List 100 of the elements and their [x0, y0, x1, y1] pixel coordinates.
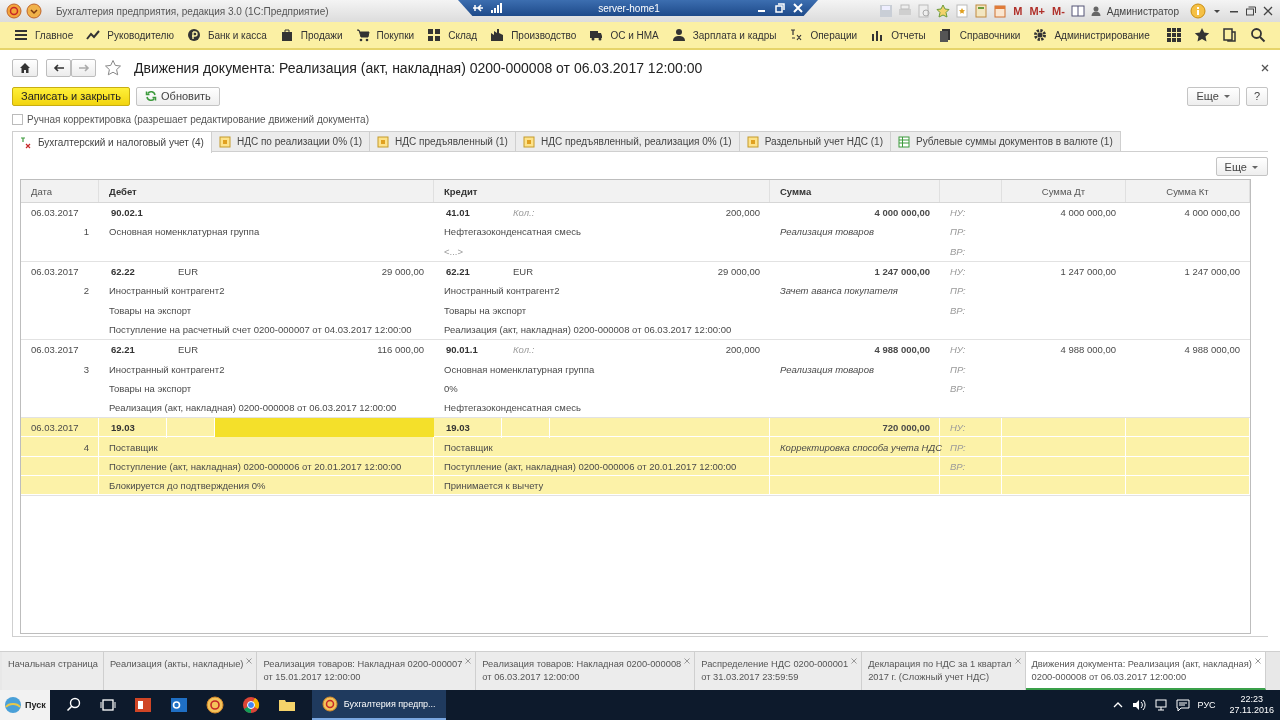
entry-content: Зачет аванса покупателя	[779, 284, 899, 299]
register-icon	[746, 135, 759, 148]
menu-icon[interactable]	[14, 28, 28, 42]
window-tab[interactable]: Движения документа: Реализация (акт, накладная) 0200-000008 от 06.03.2017 12:00:00	[1025, 652, 1266, 690]
grid-icon[interactable]	[427, 28, 442, 42]
restore-icon[interactable]	[774, 2, 786, 14]
table-row[interactable]	[21, 418, 1250, 497]
section-link[interactable]: Продажи	[300, 29, 343, 41]
search-icon[interactable]	[1250, 27, 1266, 43]
trend-chart-icon[interactable]	[86, 28, 101, 42]
tax-label: ВР:	[949, 381, 967, 396]
column-header[interactable]: Сумма	[780, 185, 812, 197]
column-header[interactable]: Дебет	[109, 185, 137, 197]
tab[interactable]: НДС предъявленный, реализация 0% (1)	[514, 131, 740, 151]
coin-icon[interactable]	[186, 28, 201, 42]
more-button[interactable]: Еще	[1187, 86, 1240, 106]
section-link[interactable]: Покупки	[376, 29, 415, 41]
bag-icon[interactable]	[279, 28, 294, 42]
tab[interactable]: НДС по реализации 0% (1)	[210, 131, 371, 151]
speaker-icon[interactable]	[1131, 698, 1146, 712]
panel-icon[interactable]	[1070, 4, 1085, 18]
books-icon[interactable]	[938, 28, 953, 42]
calendar-icon[interactable]	[993, 4, 1008, 18]
memory-button[interactable]: M+	[1028, 5, 1046, 17]
cart-icon[interactable]	[355, 28, 370, 42]
section-link[interactable]: Зарплата и кадры	[692, 29, 777, 41]
column-header[interactable]: Дата	[31, 185, 53, 197]
section-link[interactable]: Главное	[35, 29, 74, 41]
app-logo-icon	[6, 3, 22, 19]
column-header[interactable]: Кредит	[444, 185, 478, 197]
app-logo-icon[interactable]	[205, 696, 224, 714]
checkbox[interactable]	[12, 113, 23, 125]
section-link[interactable]: Склад	[448, 29, 478, 41]
search-icon[interactable]	[65, 697, 82, 713]
bar-chart-icon[interactable]	[870, 28, 885, 42]
tab[interactable]: Бухгалтерский и налоговый учет (4)	[12, 131, 212, 153]
window-title: Бухгалтерия предприятия, редакция 3.0 (1С:Предприятие)	[56, 5, 329, 17]
factory-icon[interactable]	[490, 28, 505, 42]
close-icon[interactable]	[1260, 63, 1270, 73]
start-button[interactable]: Пуск	[0, 690, 50, 720]
tab[interactable]: Рублевые суммы документов в валюте (1)	[890, 131, 1121, 151]
checkbox-label[interactable]: Ручная корректировка (разрешает редактирование движений документа)	[27, 113, 369, 125]
table-row[interactable]: 06.03.2017 1 90.02.1 Основная номенклатурная группа 41.01 Кол.: 200,000 Нефтегазоконденсатная смесь <...> 4 000 000,00 Реализация товаров НУ: ПР: ВР: 4 000 000,00 4 000 000,00	[21, 203, 1250, 262]
user-name[interactable]: Администратор	[1106, 5, 1179, 17]
browser-icon[interactable]	[241, 696, 260, 714]
window-tab[interactable]: Декларация по НДС за 1 квартал 2017 г. (Сложный учет НДС)	[862, 652, 1026, 690]
task-view-icon[interactable]	[99, 697, 116, 713]
more-button[interactable]: Еще	[1215, 157, 1268, 176]
window-tab[interactable]: Реализация товаров: Накладная 0200-000008 от 06.03.2017 12:00:00	[476, 652, 696, 690]
apps-grid-icon[interactable]	[1166, 27, 1182, 43]
back-button[interactable]	[46, 59, 71, 77]
refresh-button[interactable]: Обновить	[136, 86, 220, 106]
language-indicator[interactable]: РУС	[1197, 700, 1216, 710]
tab[interactable]: НДС предъявленный (1)	[369, 131, 516, 151]
gear-icon[interactable]	[1033, 28, 1048, 42]
debit-credit-icon[interactable]	[789, 28, 804, 42]
star-icon[interactable]	[1194, 27, 1210, 43]
history-icon[interactable]	[1222, 27, 1238, 43]
analytics-line: Основная номенклатурная группа	[443, 362, 596, 377]
section-link[interactable]: Руководителю	[107, 29, 174, 41]
section-link[interactable]: Администрирование	[1054, 29, 1150, 41]
truck-icon[interactable]	[589, 28, 604, 42]
section-link[interactable]: ОС и НМА	[610, 29, 659, 41]
section-link[interactable]: Банк и касса	[207, 29, 267, 41]
dropdown-icon[interactable]	[26, 3, 42, 19]
restore-icon[interactable]	[1245, 5, 1257, 17]
star-icon[interactable]	[936, 4, 951, 18]
analytics-line: Блокируется до подтверждения 0%	[108, 479, 267, 494]
section-link[interactable]: Производство	[511, 29, 577, 41]
section-link[interactable]: Отчеты	[891, 29, 926, 41]
home-button[interactable]	[12, 59, 38, 77]
memory-button[interactable]: M-	[1051, 5, 1066, 17]
save-and-close-button[interactable]: Записать и закрыть	[12, 86, 131, 106]
help-button[interactable]: ?	[1245, 86, 1268, 106]
window-tab[interactable]: Реализация товаров: Накладная 0200-000007 от 15.01.2017 12:00:00	[257, 652, 477, 690]
network-icon[interactable]	[1153, 698, 1168, 712]
mail-app-icon[interactable]	[169, 696, 188, 714]
section-link[interactable]: Операции	[810, 29, 858, 41]
person-icon[interactable]	[671, 28, 686, 42]
clock-date[interactable]: 27.11.2016	[1229, 705, 1274, 716]
close-icon[interactable]	[1262, 5, 1274, 17]
pin-icon[interactable]	[472, 2, 484, 14]
clock-time[interactable]: 22:23	[1240, 694, 1264, 705]
section-link[interactable]: Справочники	[959, 29, 1021, 41]
calculator-icon[interactable]	[974, 4, 989, 18]
memory-button[interactable]: M	[1012, 5, 1024, 17]
column-header[interactable]: Сумма Кт	[1166, 185, 1209, 197]
entry-number: 1	[82, 225, 90, 240]
presentation-app-icon[interactable]	[133, 696, 152, 714]
notifications-icon[interactable]	[1175, 698, 1190, 712]
window-tab[interactable]: Распределение НДС 0200-000001 от 31.03.2017 23:59:59	[695, 652, 863, 690]
tab[interactable]: Раздельный учет НДС (1)	[738, 131, 891, 151]
caret-icon	[1222, 92, 1231, 100]
column-header[interactable]: Сумма Дт	[1041, 185, 1086, 197]
window-tab[interactable]: Начальная страница	[2, 652, 104, 690]
current-cell[interactable]	[214, 418, 434, 437]
window-tab[interactable]: Реализация (акты, накладные)	[103, 652, 258, 690]
star-icon[interactable]	[104, 59, 122, 77]
account-code: 19.03	[445, 421, 471, 436]
taskbar-app-button[interactable]: Бухгалтерия предпр...	[311, 690, 446, 720]
